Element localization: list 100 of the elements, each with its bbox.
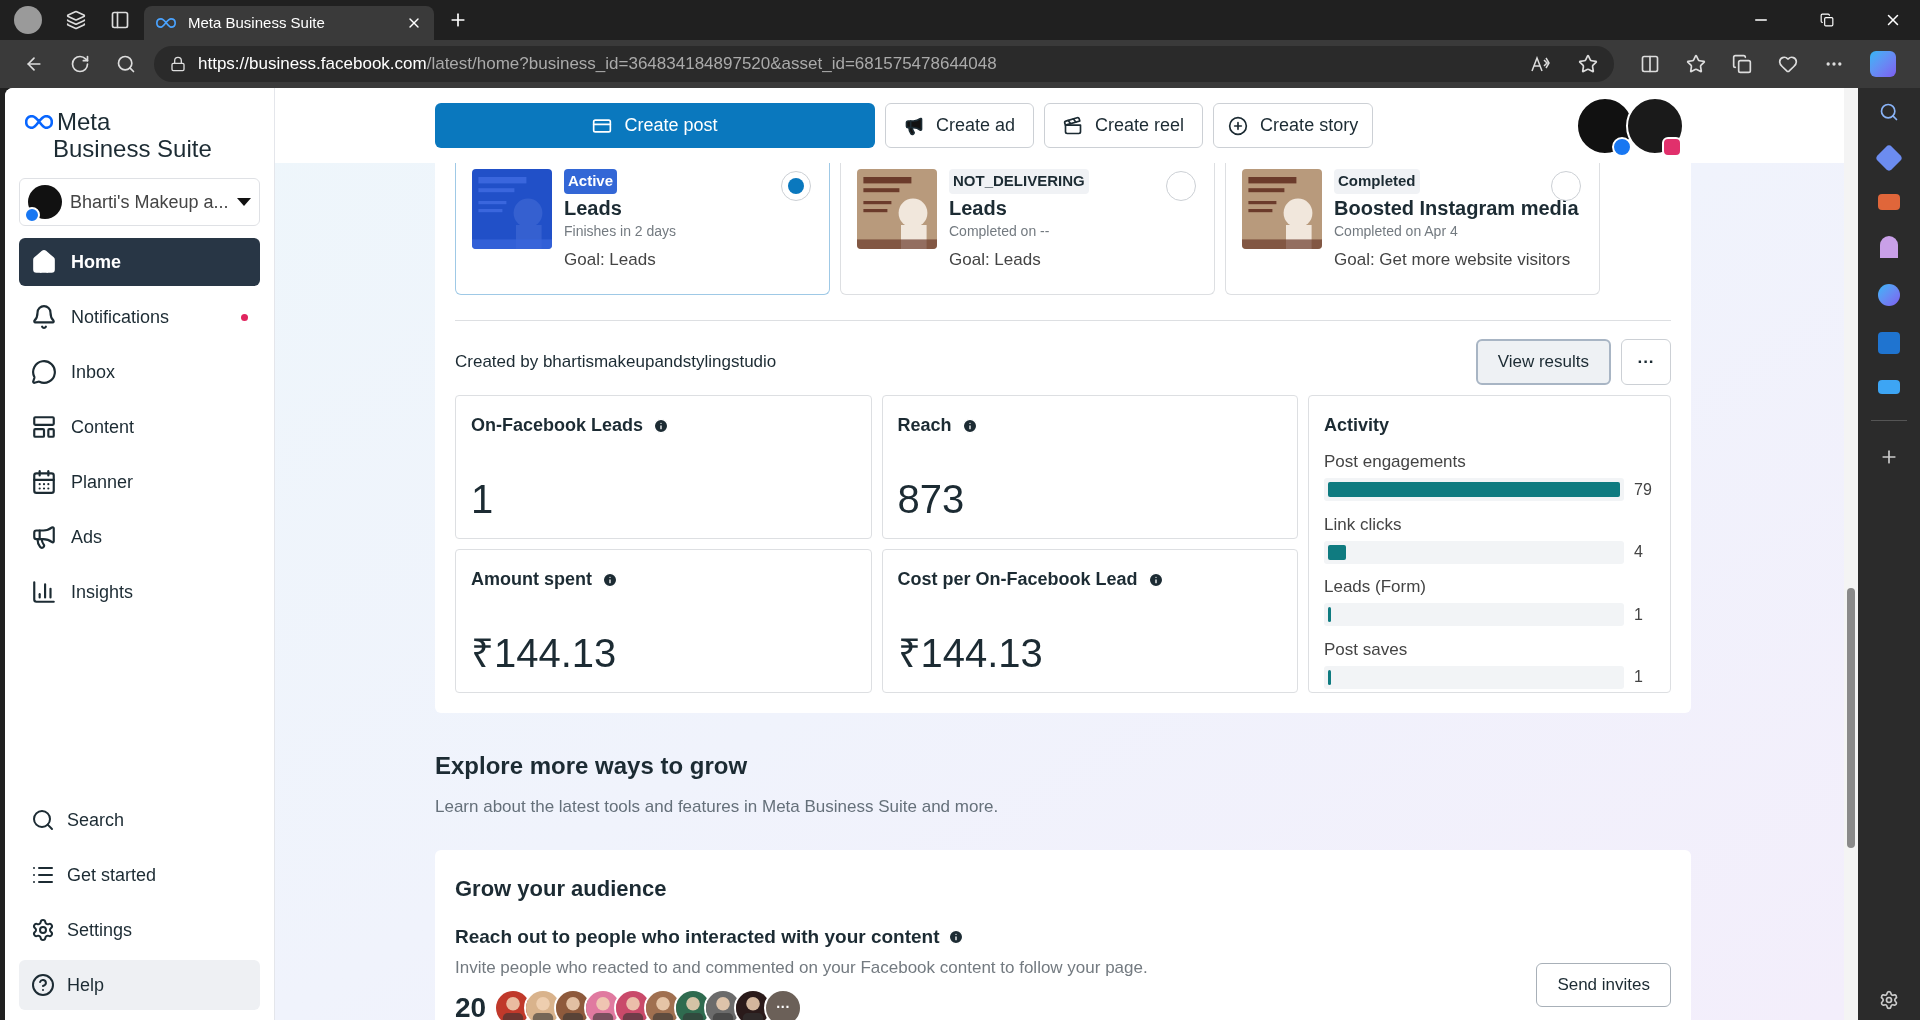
metric-value: ₹144.13	[897, 630, 1044, 677]
activity-label: Post engagements	[1324, 451, 1467, 473]
logo-text: Business Suite	[52, 134, 213, 164]
nav-item[interactable]: Notifications	[19, 293, 260, 341]
invite-count: 20	[455, 990, 487, 1020]
activity-label: Post saves	[1324, 638, 1409, 661]
campaign-subtitle: Completed on Apr 4	[1334, 221, 1459, 241]
settings-icon	[31, 918, 55, 942]
section-subtitle: Learn about the latest tools and features in Meta Business Suite and more.	[435, 796, 1000, 818]
nav-item[interactable]: Planner	[19, 458, 260, 506]
campaign-goal: Goal: Get more website visitors	[1334, 248, 1572, 271]
help-icon	[31, 973, 55, 997]
megaphone-icon	[904, 115, 924, 136]
workspaces-icon[interactable]	[66, 10, 86, 30]
nav-item[interactable]: Insights	[19, 568, 260, 616]
url-text: https://business.facebook.com/latest/home?business_id=364834184897520&asset_id=681575478644048	[198, 53, 998, 76]
status-badge: Active	[564, 169, 618, 194]
reload-icon[interactable]	[70, 54, 90, 74]
split-screen-icon[interactable]	[1640, 54, 1660, 74]
created-by-text: Created by bhartismakeupandstylingstudio	[455, 351, 778, 374]
collections-icon[interactable]	[1732, 54, 1752, 74]
megaphone-icon	[31, 524, 57, 550]
info-icon	[602, 571, 618, 588]
create-post-button[interactable]: Create post	[435, 103, 875, 148]
nav-item[interactable]: Home	[19, 238, 260, 286]
campaign-title: Leads	[564, 195, 623, 221]
search-icon	[31, 808, 55, 832]
activity-label: Leads (Form)	[1324, 576, 1428, 598]
metric-label: Cost per On-Facebook Lead	[897, 568, 1138, 591]
create-ad-button[interactable]: Create ad	[885, 103, 1035, 148]
activity-title: Activity	[1324, 414, 1391, 437]
star-icon[interactable]	[1578, 54, 1598, 74]
chat-bubble-icon	[31, 359, 57, 385]
nav-item[interactable]: Content	[19, 403, 260, 451]
campaign-goal: Goal: Leads	[564, 248, 657, 271]
infinity-icon	[156, 18, 176, 28]
more-avatars-button[interactable]: ···	[764, 988, 803, 1020]
activity-label: Link clicks	[1324, 513, 1403, 536]
heart-icon[interactable]	[1778, 54, 1798, 74]
nav-item[interactable]: Settings	[19, 905, 260, 955]
campaign-title: Boosted Instagram media	[1334, 195, 1579, 221]
bar-chart-icon	[31, 579, 57, 605]
create-reel-button[interactable]: Create reel	[1044, 103, 1204, 148]
info-icon	[961, 417, 978, 434]
card-heading: Reach out to people who interacted with your content	[455, 924, 940, 949]
info-icon	[1147, 571, 1164, 588]
search-icon[interactable]	[1879, 102, 1899, 122]
activity-value: 1	[1634, 604, 1643, 625]
info-icon	[947, 928, 964, 945]
home-icon	[31, 249, 57, 275]
nav-item[interactable]: Search	[19, 795, 260, 845]
lock-icon	[170, 56, 186, 72]
settings-icon[interactable]	[1879, 990, 1899, 1010]
infinity-icon	[25, 115, 53, 129]
read-aloud-icon[interactable]	[1530, 56, 1550, 72]
content-icon	[31, 414, 57, 440]
metric-value: 1	[471, 476, 495, 523]
search-icon[interactable]	[116, 54, 136, 74]
status-badge: Completed	[1334, 169, 1420, 194]
metric-label: Amount spent	[471, 568, 592, 591]
calendar-icon	[31, 469, 57, 495]
campaign-goal: Goal: Leads	[949, 248, 1042, 271]
card-title: Grow your audience	[455, 874, 668, 903]
dropdown-caret-icon	[236, 198, 251, 206]
nav-item[interactable]: Help	[19, 960, 260, 1010]
create-story-button[interactable]: Create story	[1213, 103, 1374, 148]
nav-item[interactable]: Inbox	[19, 348, 260, 396]
campaign-subtitle: Completed on --	[949, 221, 1051, 241]
bell-icon	[31, 304, 57, 330]
favorites-icon[interactable]	[1686, 54, 1706, 74]
clapperboard-icon	[1063, 115, 1084, 136]
campaign-subtitle: Finishes in 2 days	[564, 221, 677, 241]
tab-actions-icon[interactable]	[110, 10, 130, 30]
activity-value: 79	[1634, 479, 1652, 500]
card-description: Invite people who reacted to and commented on your Facebook content to follow your page.	[455, 957, 1149, 979]
campaign-card[interactable]: Active Leads Finishes in 2 days Goal: Leads	[455, 163, 830, 295]
restore-icon[interactable]	[1820, 13, 1834, 27]
browser-tab[interactable]: Meta Business Suite	[144, 6, 434, 40]
campaign-title: Leads	[949, 195, 1008, 221]
metric-value: ₹144.13	[471, 630, 618, 677]
add-circle-icon	[1228, 115, 1249, 136]
tab-title: Meta Business Suite	[188, 12, 326, 33]
info-icon	[653, 417, 670, 434]
profile-avatar[interactable]	[14, 6, 42, 34]
activity-value: 4	[1634, 542, 1643, 562]
section-title: Explore more ways to grow	[435, 751, 749, 781]
account-selector[interactable]: Bharti's Makeup a...	[19, 178, 260, 226]
campaign-card[interactable]: Completed Boosted Instagram media Completed on Apr 4 Goal: Get more website visitors	[1225, 163, 1600, 295]
activity-value: 1	[1634, 667, 1643, 687]
address-bar[interactable]: https://business.facebook.com/latest/home?business_id=364834184897520&asset_id=681575478644048	[154, 46, 1614, 82]
more-options-button[interactable]: ···	[1621, 339, 1671, 385]
send-invites-button[interactable]: Send invites	[1536, 962, 1671, 1007]
nav-item[interactable]: Ads	[19, 513, 260, 561]
nav-item[interactable]: Get started	[19, 850, 260, 900]
status-badge: NOT_DELIVERING	[949, 169, 1089, 194]
view-results-button[interactable]: View results	[1475, 339, 1611, 385]
campaign-card[interactable]: NOT_DELIVERING Leads Completed on -- Goal: Leads	[840, 163, 1215, 295]
metric-value: 873	[897, 476, 966, 523]
logo-text: Meta	[57, 110, 111, 134]
metric-label: On-Facebook Leads	[471, 414, 644, 437]
